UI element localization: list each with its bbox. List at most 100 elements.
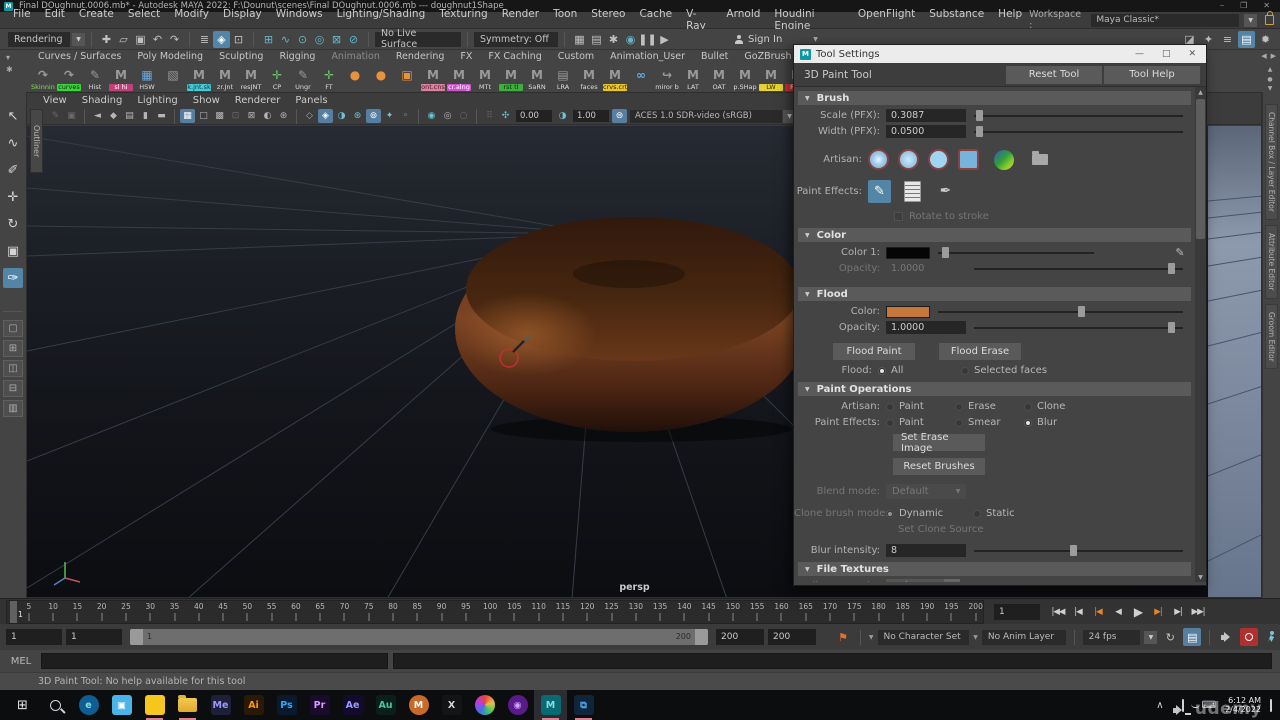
shelf-item-ungr[interactable]: ✎Ungr	[290, 66, 316, 92]
search-icon[interactable]	[39, 690, 72, 720]
outliner-persp-layout[interactable]: ▥	[3, 400, 23, 417]
tab-channel-box-layer-editor[interactable]: Channel Box / Layer Editor	[1265, 104, 1278, 220]
tool-help-button[interactable]: Tool Help	[1104, 66, 1200, 84]
paint-effects-brush-icon[interactable]: ✎	[868, 180, 891, 203]
start-button[interactable]: ⊞	[6, 690, 39, 720]
blur-intensity-field[interactable]: 8	[886, 544, 966, 557]
3d-paint-tool[interactable]: ✑	[3, 268, 23, 288]
open-scene-icon[interactable]: ▱	[115, 31, 132, 48]
playback-loop-icon[interactable]: ↻	[1161, 628, 1179, 646]
range-start-handle[interactable]	[130, 629, 143, 645]
panel-menu-panels[interactable]: Panels	[295, 95, 342, 106]
reset-brushes-button[interactable]: Reset Brushes	[893, 458, 985, 475]
illustrator-icon[interactable]: Ai	[237, 690, 270, 720]
tab-attribute-editor[interactable]: Attribute Editor	[1265, 225, 1278, 299]
screen-ao-icon[interactable]: ◐	[260, 109, 275, 123]
shelf-item-sl-hi[interactable]: Msl hi	[108, 66, 134, 92]
color1-slider[interactable]	[938, 246, 1161, 259]
xray-icon[interactable]: ◎	[440, 109, 455, 123]
select-object-icon[interactable]: ◈	[213, 31, 230, 48]
go-to-end-button[interactable]: ▶▶|	[1188, 603, 1208, 621]
pe-paint-radio[interactable]	[886, 419, 894, 427]
shelf-next-icon[interactable]: ▶	[1271, 52, 1276, 60]
save-scene-icon[interactable]: ▣	[132, 31, 149, 48]
audition-icon[interactable]: Au	[369, 690, 402, 720]
shelf-item-curves[interactable]: ↷curves	[56, 66, 82, 92]
premiere-icon[interactable]: Pr	[303, 690, 336, 720]
lock-camera-icon[interactable]: ◆	[106, 109, 121, 123]
brush-profile-sphere-icon[interactable]	[994, 150, 1014, 170]
channel-box-icon[interactable]: ≡	[1219, 31, 1236, 48]
play-sequence-icon[interactable]: ▶	[656, 31, 673, 48]
scale-slider[interactable]	[974, 109, 1183, 122]
step-forward-key-button[interactable]: ▶|	[1148, 603, 1168, 621]
sticky-notes-icon[interactable]	[138, 690, 171, 720]
shelf-item-23[interactable]: ∞	[628, 66, 654, 92]
current-frame-marker[interactable]: 1	[10, 601, 17, 623]
shelf-item-13[interactable]: ●	[368, 66, 394, 92]
width-field[interactable]: 0.0500	[886, 125, 966, 138]
shelf-tab-rigging[interactable]: Rigging	[271, 51, 323, 66]
section-brush[interactable]: ▼Brush	[798, 91, 1191, 105]
character-set-dropdown[interactable]: No Character Set	[878, 630, 970, 645]
reset-tool-button[interactable]: Reset Tool	[1006, 66, 1102, 84]
textured-icon[interactable]: ▩	[212, 109, 227, 123]
redo-icon[interactable]: ↷	[166, 31, 183, 48]
shelf-item-5[interactable]: ▧	[160, 66, 186, 92]
image-plane-icon[interactable]: ▬	[154, 109, 169, 123]
artisan-paint-radio[interactable]	[886, 403, 894, 411]
pe-smear-radio[interactable]	[955, 419, 963, 427]
anim-layer-arrow[interactable]: ▼	[973, 634, 978, 641]
range-slider[interactable]: 1 200	[130, 629, 708, 645]
clone-dynamic-radio[interactable]	[886, 510, 894, 518]
color-opacity-slider[interactable]	[974, 262, 1183, 275]
smooth-shade-icon[interactable]: □	[196, 109, 211, 123]
panel-menu-view[interactable]: View	[43, 95, 82, 106]
brush-square-icon[interactable]	[958, 149, 979, 170]
bookmark-icon[interactable]: ▮	[138, 109, 153, 123]
shelf-item-miror-b[interactable]: ↪miror b	[654, 66, 680, 92]
shelf-gear-icon[interactable]: ✱	[6, 65, 26, 74]
ssao-toggle-icon[interactable]: ⊚	[366, 109, 381, 123]
shelf-item-rst-tl[interactable]: Mrst tl	[498, 66, 524, 92]
shelf-item-resjnt[interactable]: MresJNT	[238, 66, 264, 92]
mute-audio-icon[interactable]	[1218, 628, 1236, 646]
tray-chevron-icon[interactable]: ∧	[1156, 700, 1163, 711]
scale-tool[interactable]: ▣	[3, 241, 23, 261]
resolve-icon[interactable]	[468, 690, 501, 720]
isolate-select-icon[interactable]: ◉	[424, 109, 439, 123]
use-all-lights-icon[interactable]: ⊡	[228, 109, 243, 123]
shelf-item-sarn[interactable]: MSaRN	[524, 66, 550, 92]
make-live-icon[interactable]: ⊘	[345, 31, 362, 48]
blur-intensity-slider[interactable]	[974, 544, 1183, 557]
fps-dropdown[interactable]: 24 fps	[1083, 630, 1141, 645]
textured-view-icon[interactable]: ◈	[318, 109, 333, 123]
move-tool[interactable]: ✛	[3, 187, 23, 207]
character-set-arrow[interactable]: ▼	[869, 634, 874, 641]
viewport-right-sliver[interactable]	[1208, 126, 1261, 597]
grease-pencil-icon[interactable]: ✎	[48, 109, 63, 123]
colorspace-dropdown[interactable]: ACES 1.0 SDR-video (sRGB)	[630, 110, 782, 123]
set-erase-image-button[interactable]: Set Erase Image	[893, 434, 985, 451]
scrollbar-up-icon[interactable]: ▲	[1198, 87, 1203, 97]
select-component-icon[interactable]: ⊡	[230, 31, 247, 48]
fps-dropdown-arrow[interactable]: ▼	[1144, 631, 1157, 644]
playback-start-field[interactable]: 1	[66, 629, 122, 645]
set-clone-source-button[interactable]: Set Clone Source	[898, 524, 984, 535]
shelf-item-lra[interactable]: ▤LRA	[550, 66, 576, 92]
section-paint-operations[interactable]: ▼Paint Operations	[798, 382, 1191, 396]
ghosting-icon[interactable]: ○	[456, 109, 471, 123]
shelf-tab-curves-surfaces[interactable]: Curves / Surfaces	[30, 51, 129, 66]
shelf-tab-fx-caching[interactable]: FX Caching	[480, 51, 549, 66]
width-slider[interactable]	[974, 125, 1183, 138]
attribute-to-paint-dropdown[interactable]: Color	[886, 579, 944, 582]
rotate-to-stroke-checkbox[interactable]	[894, 212, 903, 221]
shelf-tab-custom[interactable]: Custom	[550, 51, 602, 66]
step-back-key-button[interactable]: |◀	[1088, 603, 1108, 621]
lighting-icon[interactable]: ◑	[334, 109, 349, 123]
menu-set-dropdown-arrow[interactable]: ▼	[72, 33, 85, 46]
section-file-textures[interactable]: ▼File Textures	[798, 562, 1191, 576]
ts-maximize-icon[interactable]: □	[1162, 49, 1171, 59]
snap-curve-icon[interactable]: ∿	[277, 31, 294, 48]
brush-medium-icon[interactable]	[898, 149, 919, 170]
